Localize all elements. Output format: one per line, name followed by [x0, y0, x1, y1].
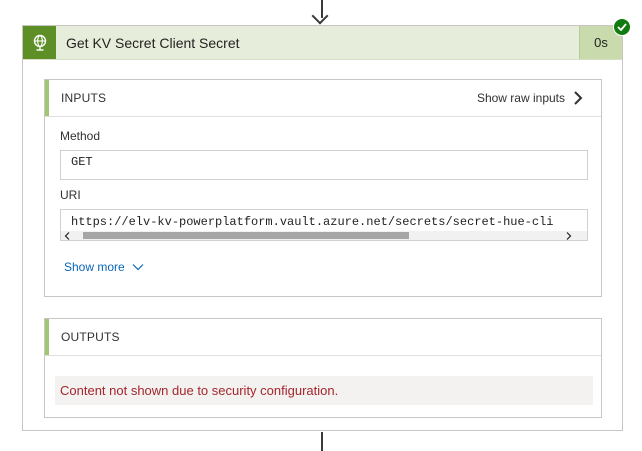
scroll-right-icon[interactable] — [565, 231, 573, 240]
horizontal-scrollbar[interactable] — [61, 231, 587, 240]
action-card: Get KV Secret Client Secret 0s INPUTS Sh… — [22, 25, 623, 431]
inputs-panel: INPUTS Show raw inputs Method GET URI ht… — [44, 79, 602, 297]
inputs-title: INPUTS — [61, 91, 107, 105]
uri-value: https://elv-kv-powerplatform.vault.azure… — [71, 215, 554, 229]
success-check-icon — [613, 18, 631, 36]
show-more-label: Show more — [64, 260, 125, 274]
outgoing-connector — [321, 432, 323, 451]
scroll-left-icon[interactable] — [63, 231, 71, 240]
show-more-link[interactable]: Show more — [64, 260, 144, 274]
show-raw-inputs-link[interactable]: Show raw inputs — [477, 80, 583, 116]
outputs-panel: OUTPUTS Content not shown due to securit… — [44, 318, 602, 418]
scrollbar-thumb[interactable] — [83, 232, 409, 239]
arrow-down-icon — [311, 7, 329, 25]
uri-field[interactable]: https://elv-kv-powerplatform.vault.azure… — [60, 209, 588, 241]
globe-icon — [23, 26, 56, 59]
action-title: Get KV Secret Client Secret — [66, 34, 240, 51]
security-message: Content not shown due to security config… — [55, 376, 593, 405]
method-label: Method — [60, 129, 101, 143]
outputs-header: OUTPUTS — [45, 319, 601, 356]
chevron-down-icon — [132, 264, 144, 271]
action-header[interactable]: Get KV Secret Client Secret 0s — [23, 26, 622, 60]
outputs-title: OUTPUTS — [61, 330, 120, 344]
inputs-header: INPUTS Show raw inputs — [45, 80, 601, 117]
method-field[interactable]: GET — [60, 150, 588, 180]
show-raw-inputs-label: Show raw inputs — [476, 91, 565, 105]
chevron-right-icon — [574, 91, 583, 105]
uri-label: URI — [60, 188, 81, 202]
